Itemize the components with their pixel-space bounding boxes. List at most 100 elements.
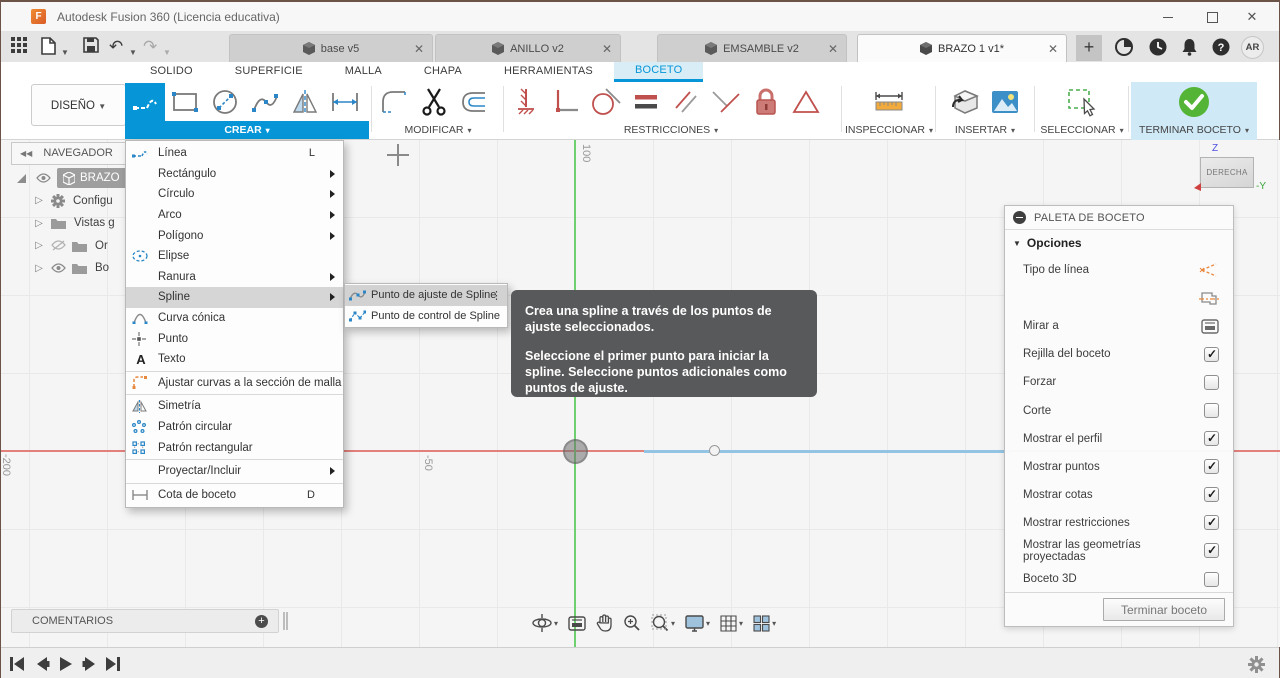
job-status-clock-icon[interactable]: [1148, 37, 1168, 57]
minimize-button[interactable]: [1153, 8, 1183, 26]
tab-superficie[interactable]: SUPERFICIE: [214, 62, 324, 82]
pan-hand-button[interactable]: [593, 614, 616, 632]
submenu-item-punto-ajuste-spline[interactable]: Punto de ajuste de Spline ⋮: [345, 285, 507, 306]
menu-item-poligono[interactable]: Polígono: [126, 225, 343, 246]
grid-snap-button[interactable]: ▾: [717, 614, 746, 632]
modificar-dropdown[interactable]: MODIFICAR: [374, 121, 502, 139]
tab-close-icon[interactable]: ✕: [414, 42, 424, 56]
add-comment-icon[interactable]: +: [255, 615, 268, 628]
line-tool[interactable]: [125, 83, 165, 121]
go-to-start-button[interactable]: [9, 656, 25, 672]
select-tool[interactable]: [1062, 83, 1102, 121]
insert-image-tool[interactable]: [985, 83, 1025, 121]
palette-header[interactable]: PALETA DE BOCETO: [1005, 206, 1233, 230]
menu-item-cota-de-boceto[interactable]: Cota de boceto D: [126, 485, 343, 506]
redo-caret-icon[interactable]: ▼: [163, 43, 171, 63]
equal-constraint[interactable]: [626, 83, 666, 121]
origin-point[interactable]: [563, 439, 588, 464]
menu-item-proyectar-incluir[interactable]: Proyectar/Incluir: [126, 461, 343, 482]
menu-item-curva-conica[interactable]: Curva cónica: [126, 308, 343, 329]
restricciones-dropdown[interactable]: RESTRICCIONES: [506, 121, 836, 139]
expanded-arrow-icon[interactable]: [17, 173, 26, 183]
tab-anillo-v2[interactable]: ANILLO v2 ✕: [435, 34, 621, 62]
undo-button[interactable]: ↶: [109, 37, 123, 57]
expander-icon[interactable]: ▷: [33, 263, 45, 274]
expander-icon[interactable]: ▷: [33, 240, 45, 251]
fix-constraint[interactable]: [506, 83, 546, 121]
dimension-tool[interactable]: [325, 83, 365, 121]
viewports-button[interactable]: ▾: [750, 614, 779, 632]
file-menu-button[interactable]: [41, 37, 56, 57]
expander-icon[interactable]: ▷: [33, 218, 45, 229]
tangent-constraint[interactable]: [586, 83, 626, 121]
menu-item-linea[interactable]: Línea L: [126, 143, 343, 164]
centerline-icon[interactable]: [1199, 290, 1219, 307]
new-tab-button[interactable]: +: [1076, 35, 1102, 61]
dropdown-caret-icon[interactable]: ▾: [739, 619, 743, 628]
file-menu-caret-icon[interactable]: ▼: [61, 43, 69, 63]
inspeccionar-dropdown[interactable]: INSPECCIONAR: [844, 121, 934, 139]
look-at-icon[interactable]: [1201, 319, 1219, 334]
go-to-end-button[interactable]: [105, 656, 121, 672]
palette-section-opciones[interactable]: Opciones: [1005, 230, 1233, 256]
crear-dropdown[interactable]: CREAR: [125, 121, 369, 139]
mostrar-puntos-checkbox[interactable]: [1204, 459, 1219, 475]
mostrar-cotas-checkbox[interactable]: [1204, 487, 1219, 503]
notifications-bell-icon[interactable]: [1180, 37, 1200, 57]
tab-close-icon[interactable]: ✕: [602, 42, 612, 56]
menu-item-elipse[interactable]: Elipse: [126, 246, 343, 267]
polygon-constraint[interactable]: [786, 83, 826, 121]
user-avatar[interactable]: AR: [1241, 36, 1264, 59]
display-settings-button[interactable]: ▾: [682, 614, 713, 632]
collapse-circle-icon[interactable]: [1013, 211, 1026, 224]
look-at-button[interactable]: [565, 615, 589, 631]
close-button[interactable]: ✕: [1237, 8, 1267, 26]
redo-button[interactable]: ↷: [143, 37, 157, 57]
tab-brazo-1-v1[interactable]: BRAZO 1 v1* ✕: [857, 34, 1067, 62]
tab-close-icon[interactable]: ✕: [828, 42, 838, 56]
tab-solido[interactable]: SOLIDO: [129, 62, 214, 82]
visibility-off-eye-icon[interactable]: [51, 240, 66, 251]
finish-sketch-button[interactable]: [1174, 83, 1214, 121]
insert-mesh-tool[interactable]: [945, 83, 985, 121]
spline-tool[interactable]: [245, 83, 285, 121]
viewcube[interactable]: DERECHA: [1200, 157, 1254, 188]
fit-button[interactable]: ▾: [648, 614, 678, 632]
menu-item-ajustar-curvas[interactable]: Ajustar curvas a la sección de malla: [126, 373, 343, 394]
menu-item-spline[interactable]: Spline: [126, 287, 343, 308]
sketch-point[interactable]: [709, 445, 720, 456]
menu-item-punto[interactable]: Punto: [126, 328, 343, 349]
sketch-line-geometry[interactable]: [644, 450, 1011, 453]
timeline-settings-gear-icon[interactable]: [1248, 656, 1265, 673]
circle-tool[interactable]: [205, 83, 245, 121]
fillet-tool[interactable]: [374, 83, 414, 121]
design-mode-dropdown[interactable]: DISEÑO ▼: [31, 84, 126, 126]
dropdown-caret-icon[interactable]: ▾: [671, 619, 675, 628]
menu-item-patron-rectangular[interactable]: Patrón rectangular: [126, 437, 343, 458]
save-button[interactable]: [83, 37, 99, 57]
tab-close-icon[interactable]: ✕: [1048, 42, 1058, 56]
expander-icon[interactable]: ▷: [33, 195, 45, 206]
dropdown-caret-icon[interactable]: ▾: [706, 619, 710, 628]
kebab-menu-icon[interactable]: ⋮: [491, 289, 502, 302]
tab-emsamble-v2[interactable]: EMSAMBLE v2 ✕: [657, 34, 847, 62]
menu-item-ranura[interactable]: Ranura: [126, 267, 343, 288]
maximize-button[interactable]: [1197, 8, 1227, 26]
measure-tool[interactable]: [869, 83, 909, 121]
collapse-panel-icon[interactable]: ◀◀: [20, 143, 32, 164]
rejilla-checkbox[interactable]: [1204, 346, 1219, 362]
tab-chapa[interactable]: CHAPA: [403, 62, 483, 82]
tab-boceto[interactable]: BOCETO: [613, 62, 704, 82]
menu-item-arco[interactable]: Arco: [126, 205, 343, 226]
tab-herramientas[interactable]: HERRAMIENTAS: [483, 62, 614, 82]
insertar-dropdown[interactable]: INSERTAR: [938, 121, 1032, 139]
undo-caret-icon[interactable]: ▼: [129, 43, 137, 63]
lock-constraint[interactable]: [746, 83, 786, 121]
corte-checkbox[interactable]: [1204, 403, 1219, 419]
menu-item-texto[interactable]: Texto: [126, 349, 343, 370]
help-icon[interactable]: ?: [1211, 37, 1231, 57]
terminar-boceto-button[interactable]: Terminar boceto: [1103, 598, 1225, 621]
trim-scissors-tool[interactable]: [414, 83, 454, 121]
tab-base-v5[interactable]: base v5 ✕: [229, 34, 433, 62]
offset-tool[interactable]: [454, 83, 494, 121]
